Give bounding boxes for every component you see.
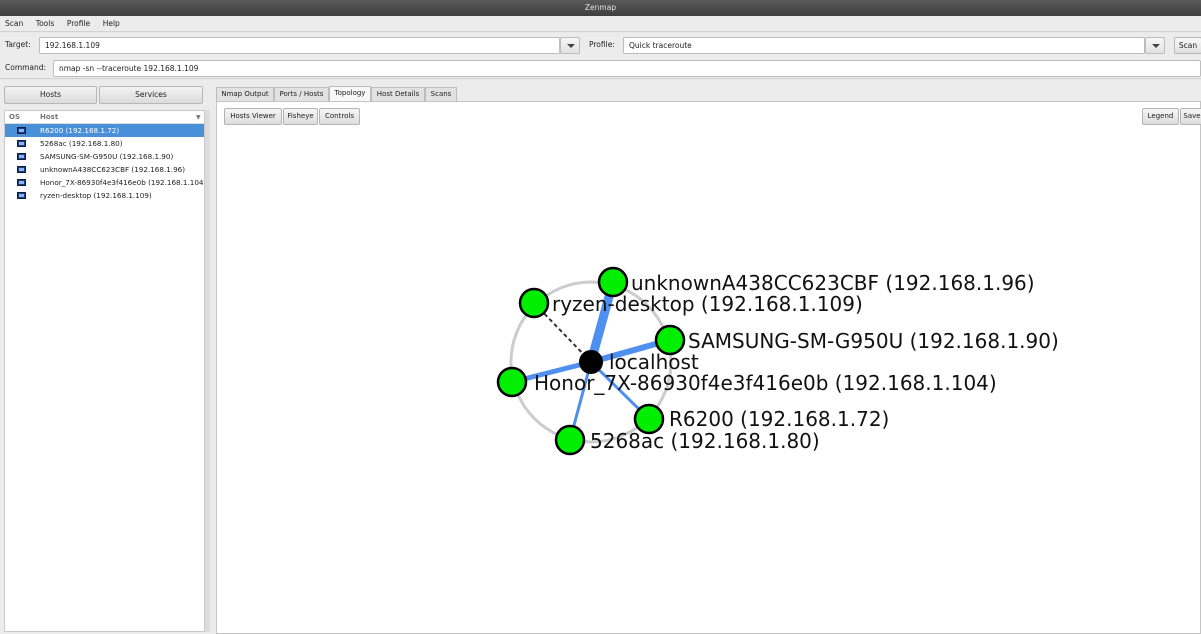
- menu-help[interactable]: Help: [98, 16, 125, 32]
- menu-profile[interactable]: Profile: [62, 16, 95, 32]
- host-row[interactable]: ryzen-desktop (192.168.1.109): [5, 189, 204, 202]
- results-pane: Nmap Output Ports / Hosts Topology Host …: [212, 80, 1201, 634]
- command-input[interactable]: nmap -sn --traceroute 192.168.1.109: [53, 60, 1201, 77]
- host-row[interactable]: Honor_7X-86930f4e3f416e0b (192.168.1.104…: [5, 176, 204, 189]
- scan-button[interactable]: Scan: [1174, 37, 1201, 54]
- os-icon: [17, 166, 26, 173]
- os-column-header[interactable]: OS: [9, 111, 20, 124]
- hosts-button[interactable]: Hosts: [4, 86, 97, 104]
- host-column-header[interactable]: Host: [40, 111, 58, 124]
- profile-label: Profile:: [589, 40, 615, 49]
- node-label: 5268ac (192.168.1.80): [590, 429, 820, 453]
- node-label: Honor_7X-86930f4e3f416e0b (192.168.1.104…: [534, 371, 997, 395]
- os-icon: [17, 140, 26, 147]
- host-node[interactable]: [554, 424, 586, 456]
- command-row: Command: nmap -sn --traceroute 192.168.1…: [0, 57, 1201, 79]
- menu-bar: Scan Tools Profile Help: [0, 16, 1201, 32]
- os-icon: [17, 127, 26, 134]
- host-row[interactable]: unknownA438CC623CBF (192.168.1.96): [5, 163, 204, 176]
- menu-scan[interactable]: Scan: [0, 16, 28, 32]
- host-list-header: OS Host ▼: [5, 111, 204, 124]
- target-label: Target:: [5, 40, 31, 49]
- os-icon: [17, 192, 26, 199]
- profile-dropdown-button[interactable]: [1145, 37, 1165, 54]
- profile-select[interactable]: Quick traceroute: [623, 37, 1145, 54]
- host-list-scrollbar[interactable]: [205, 110, 210, 632]
- host-row[interactable]: 5268ac (192.168.1.80): [5, 137, 204, 150]
- services-button[interactable]: Services: [99, 86, 203, 104]
- target-input[interactable]: 192.168.1.109: [39, 37, 560, 54]
- topology-panel: Hosts Viewer Fisheye Controls Legend Sav…: [216, 101, 1201, 634]
- sort-chevron-icon[interactable]: ▼: [196, 111, 201, 124]
- os-icon: [17, 153, 26, 160]
- tab-nmap-output[interactable]: Nmap Output: [216, 87, 274, 101]
- host-node[interactable]: [496, 366, 528, 398]
- host-row[interactable]: R6200 (192.168.1.72): [5, 124, 204, 137]
- tab-ports-hosts[interactable]: Ports / Hosts: [274, 87, 329, 101]
- target-row: Target: 192.168.1.109 Profile: Quick tra…: [0, 33, 1201, 57]
- host-list: OS Host ▼ R6200 (192.168.1.72) 5268ac (1…: [4, 110, 205, 632]
- target-dropdown-button[interactable]: [560, 37, 580, 54]
- node-label: SAMSUNG-SM-G950U (192.168.1.90): [688, 329, 1059, 353]
- tab-topology[interactable]: Topology: [329, 86, 371, 101]
- hosts-pane: Hosts Services OS Host ▼ R6200 (192.168.…: [0, 80, 212, 634]
- os-icon: [17, 179, 26, 186]
- node-label: ryzen-desktop (192.168.1.109): [552, 292, 863, 316]
- command-label: Command:: [5, 63, 47, 72]
- host-row[interactable]: SAMSUNG-SM-G950U (192.168.1.90): [5, 150, 204, 163]
- host-node[interactable]: [518, 287, 550, 319]
- tab-host-details[interactable]: Host Details: [371, 87, 425, 101]
- topology-graph[interactable]: unknownA438CC623CBF (192.168.1.96) ryzen…: [217, 102, 1200, 633]
- node-label: R6200 (192.168.1.72): [669, 407, 889, 431]
- window-title: Zenmap: [0, 0, 1201, 16]
- menu-tools[interactable]: Tools: [31, 16, 59, 32]
- tab-scans[interactable]: Scans: [425, 87, 457, 101]
